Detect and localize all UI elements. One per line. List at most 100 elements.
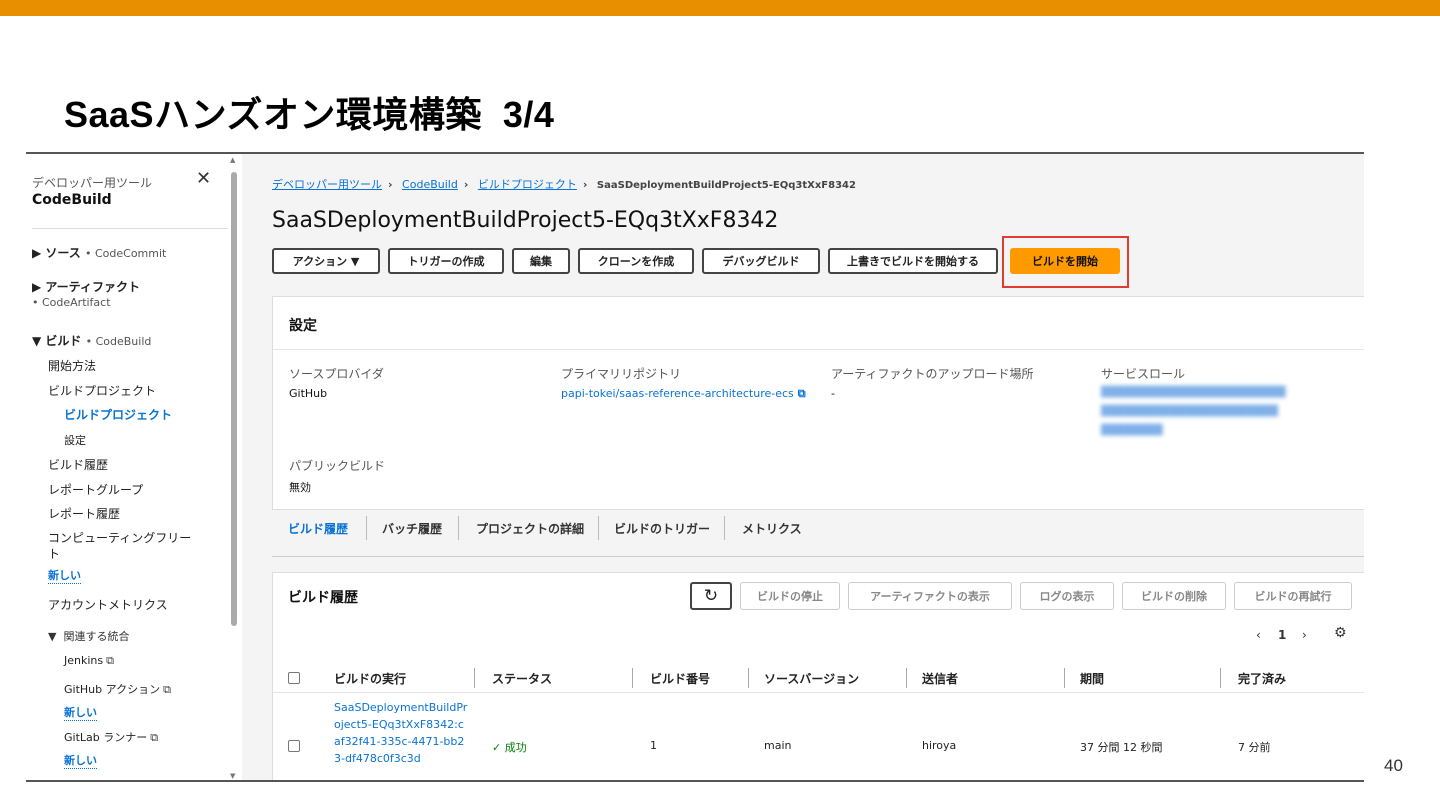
slide-step: 3/4	[502, 94, 555, 135]
breadcrumb-codebuild[interactable]: CodeBuild	[402, 178, 458, 191]
column-status[interactable]: ステータス	[492, 670, 552, 687]
clone-button[interactable]: クローンを作成	[578, 248, 694, 274]
tab-batch-history[interactable]: バッチ履歴	[382, 520, 442, 537]
sidebar-item-report-groups[interactable]: レポートグループ	[48, 481, 143, 498]
page-next-icon[interactable]: ›	[1302, 628, 1307, 642]
new-badge: 新しい	[48, 569, 81, 584]
main-content: デベロッパー用ツール › CodeBuild › ビルドプロジェクト › SaaSDe…	[242, 154, 1364, 780]
close-icon[interactable]: ✕	[196, 168, 211, 189]
sidebar-item-getting-started[interactable]: 開始方法	[48, 357, 96, 374]
public-build-value: 無効	[289, 481, 311, 494]
artifact-upload-value: -	[831, 387, 835, 400]
external-link-icon: ⧉	[163, 683, 171, 696]
page-prev-icon[interactable]: ‹	[1256, 628, 1261, 642]
breadcrumb-developer-tools[interactable]: デベロッパー用ツール	[272, 178, 382, 191]
sidebar-item-build-projects-active[interactable]: ビルドプロジェクト	[64, 406, 172, 423]
scroll-up-arrow[interactable]: ▲	[230, 156, 235, 164]
column-build-run[interactable]: ビルドの実行	[334, 670, 406, 687]
column-duration[interactable]: 期間	[1080, 670, 1104, 687]
delete-build-button[interactable]: ビルドの削除	[1122, 582, 1226, 610]
artifact-upload-label: アーティファクトのアップロード場所	[831, 367, 1034, 381]
settings-card: 設定 ソースプロバイダ GitHub プライマリリポジトリ papi-tokei…	[272, 296, 1364, 510]
sidebar-title: CodeBuild	[32, 192, 112, 208]
status-success: ✓ 成功	[492, 741, 527, 754]
page-number: 40	[1384, 756, 1403, 775]
breadcrumb-current: SaaSDeploymentBuildProject5-EQq3tXxF8342	[596, 180, 856, 191]
new-badge: 新しい	[64, 706, 97, 721]
tab-build-history[interactable]: ビルド履歴	[288, 520, 348, 537]
edit-button[interactable]: 編集	[512, 248, 570, 274]
column-separator	[748, 668, 749, 688]
build-run-link[interactable]: SaaSDeploymentBuildProject5-EQq3tXxF8342…	[334, 699, 470, 767]
sidebar-item-settings[interactable]: 設定	[64, 432, 86, 448]
service-role-redacted: ████████████████████████ ████████████████…	[1101, 387, 1286, 436]
column-source-version[interactable]: ソースバージョン	[764, 670, 859, 687]
sidebar-item-account-metrics[interactable]: アカウントメトリクス	[48, 596, 168, 613]
public-build-label: パブリックビルド	[289, 459, 386, 473]
select-all-checkbox[interactable]	[288, 672, 300, 684]
row-checkbox[interactable]	[288, 740, 300, 752]
sidebar-section-related[interactable]: ▼ 関連する統合	[48, 628, 129, 644]
column-build-number[interactable]: ビルド番号	[650, 670, 710, 687]
settings-title: 設定	[289, 318, 317, 334]
console-screenshot: デベロッパー用ツール ✕ CodeBuild ▶ ソース • CodeCommi…	[26, 152, 1364, 782]
tab-underline	[272, 556, 1364, 557]
slide-title: SaaSハンズオン環境構築 3/4	[64, 94, 555, 135]
sidebar-item-compute-fleets[interactable]: コンピューティングフリート	[48, 530, 198, 562]
primary-repo-link[interactable]: papi-tokei/saas-reference-architecture-e…	[561, 387, 806, 401]
refresh-icon[interactable]: ↻	[690, 582, 732, 610]
sidebar-item-github-actions[interactable]: GitHub アクション ⧉	[64, 681, 171, 697]
build-history-title: ビルド履歴	[288, 590, 358, 606]
stop-build-button[interactable]: ビルドの停止	[740, 582, 840, 610]
scroll-down-arrow[interactable]: ▼	[230, 772, 235, 780]
sidebar-scrollbar[interactable]	[231, 172, 237, 626]
submitter: hiroya	[922, 739, 957, 752]
external-link-icon: ⧉	[150, 731, 159, 744]
column-submitter[interactable]: 送信者	[922, 670, 958, 687]
view-artifacts-button[interactable]: アーティファクトの表示	[848, 582, 1012, 610]
check-circle-icon: ✓	[492, 741, 502, 754]
debug-build-button[interactable]: デバッグビルド	[702, 248, 820, 274]
view-logs-button[interactable]: ログの表示	[1020, 582, 1114, 610]
sidebar-section-artifacts[interactable]: ▶ アーティファクト	[32, 278, 140, 295]
tab-separator	[598, 516, 599, 540]
source-provider-label: ソースプロバイダ	[289, 367, 384, 381]
sidebar-item-report-history[interactable]: レポート履歴	[48, 505, 120, 522]
sidebar-service-group: デベロッパー用ツール	[32, 176, 153, 190]
build-number: 1	[650, 739, 657, 752]
column-separator	[632, 668, 633, 688]
service-role-label: サービスロール	[1101, 367, 1186, 381]
sidebar-item-build-projects[interactable]: ビルドプロジェクト	[48, 382, 156, 399]
breadcrumb: デベロッパー用ツール › CodeBuild › ビルドプロジェクト › SaaSDe…	[272, 176, 856, 192]
sidebar: デベロッパー用ツール ✕ CodeBuild ▶ ソース • CodeCommi…	[26, 154, 237, 780]
breadcrumb-build-projects[interactable]: ビルドプロジェクト	[478, 178, 577, 191]
column-separator	[906, 668, 907, 688]
source-provider-value: GitHub	[289, 387, 328, 400]
tab-metrics[interactable]: メトリクス	[742, 520, 802, 537]
sidebar-item-build-history[interactable]: ビルド履歴	[48, 456, 108, 473]
start-build-with-overrides-button[interactable]: 上書きでビルドを開始する	[828, 248, 998, 274]
source-version: main	[764, 739, 792, 752]
page-number-current[interactable]: 1	[1278, 628, 1286, 642]
chevron-right-icon: ›	[463, 178, 469, 191]
tab-project-details[interactable]: プロジェクトの詳細	[476, 520, 584, 537]
sidebar-section-build[interactable]: ▼ ビルド • CodeBuild	[32, 332, 151, 349]
sidebar-item-gitlab-runner[interactable]: GitLab ランナー ⧉	[64, 729, 158, 745]
create-trigger-button[interactable]: トリガーの作成	[388, 248, 504, 274]
tab-separator	[724, 516, 725, 540]
slide-top-bar	[0, 0, 1440, 16]
sidebar-item-jenkins[interactable]: Jenkins ⧉	[64, 654, 114, 668]
retry-build-button[interactable]: ビルドの再試行	[1234, 582, 1352, 610]
actions-button[interactable]: アクション ▼	[272, 248, 380, 274]
sidebar-section-source[interactable]: ▶ ソース • CodeCommit	[32, 244, 166, 261]
sidebar-artifacts-sub: • CodeArtifact	[32, 296, 111, 309]
chevron-right-icon: ›	[582, 178, 588, 191]
page-title: SaaSDeploymentBuildProject5-EQq3tXxF8342	[272, 208, 779, 233]
gear-icon[interactable]: ⚙	[1334, 625, 1347, 641]
tab-build-triggers[interactable]: ビルドのトリガー	[614, 520, 710, 537]
completed: 7 分前	[1238, 741, 1271, 754]
column-completed[interactable]: 完了済み	[1238, 670, 1286, 687]
column-separator	[1220, 668, 1221, 688]
card-divider	[273, 349, 1364, 350]
chevron-right-icon: ›	[388, 178, 393, 191]
